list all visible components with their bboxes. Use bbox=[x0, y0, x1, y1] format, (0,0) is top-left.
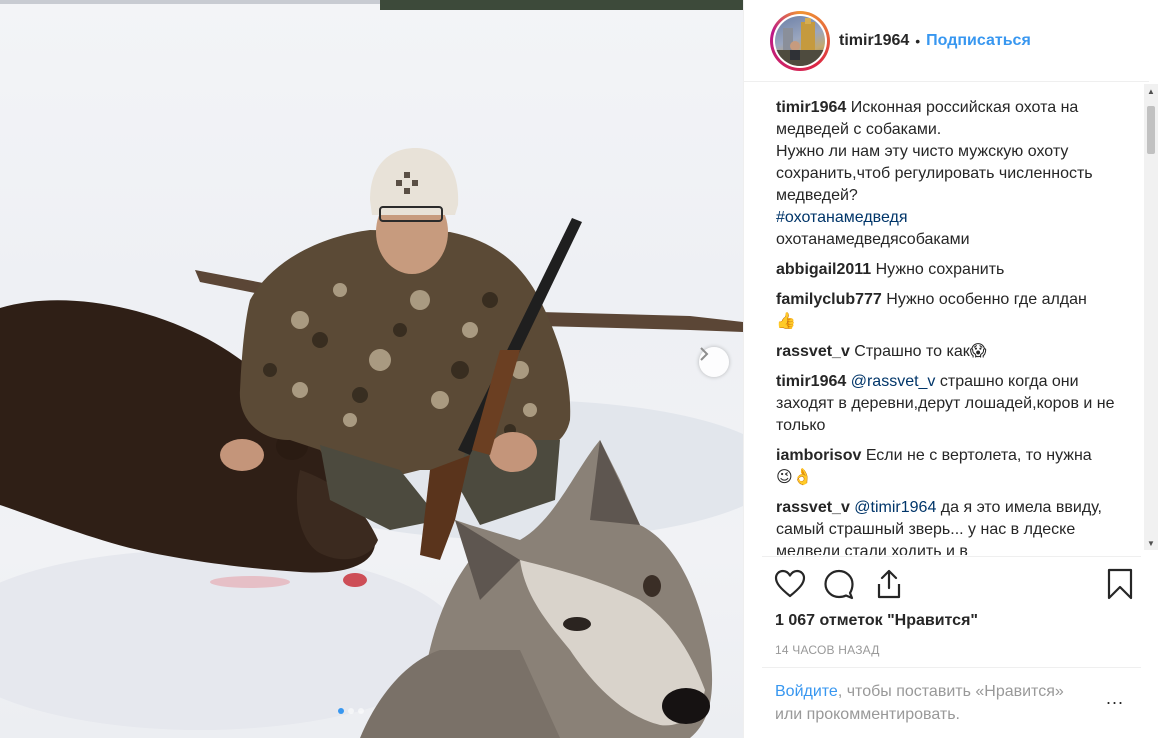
scream-emoji: 😱 bbox=[969, 343, 987, 360]
comment-text: Нужно сохранить bbox=[875, 261, 1005, 278]
wink-ok-emoji: 😉👌 bbox=[776, 469, 813, 486]
separator-dot: • bbox=[915, 32, 921, 49]
login-prompt: Войдите, чтобы поставить «Нравится» или … bbox=[775, 680, 1095, 726]
slide-dot bbox=[358, 708, 364, 714]
avatar-photo bbox=[775, 17, 825, 66]
caption-line: Нужно ли нам эту чисто мужскую охоту сох… bbox=[776, 143, 1093, 204]
slide-dot bbox=[338, 708, 344, 714]
hashtag-link[interactable]: #охотанамедведя bbox=[776, 209, 908, 226]
caption: timir1964 Исконная российская охота на м… bbox=[776, 97, 1121, 251]
post-actions bbox=[774, 568, 1136, 604]
comment-username[interactable]: timir1964 bbox=[776, 99, 846, 116]
mention-link[interactable]: @timir1964 bbox=[854, 499, 936, 516]
scroll-down-arrow-icon[interactable]: ▼ bbox=[1144, 536, 1158, 550]
dog-nose bbox=[662, 688, 710, 724]
divider bbox=[762, 667, 1141, 668]
comment-item: rassvet_v Страшно то как😱 bbox=[776, 341, 1121, 363]
more-options-button[interactable]: ... bbox=[1106, 688, 1124, 709]
comments-list[interactable]: timir1964 Исконная российская охота на м… bbox=[776, 97, 1121, 555]
share-icon[interactable] bbox=[873, 568, 905, 605]
treeline bbox=[380, 0, 743, 10]
heart-icon[interactable] bbox=[774, 568, 806, 605]
comment-username[interactable]: abbigail2011 bbox=[776, 261, 871, 278]
post-side-panel: timir1964 • Подписаться timir1964 Исконн… bbox=[743, 0, 1160, 738]
comment-icon[interactable] bbox=[823, 568, 855, 605]
comments-scrollbar[interactable]: ▲ ▼ bbox=[1144, 84, 1158, 550]
next-slide-button[interactable] bbox=[699, 347, 729, 377]
follow-button[interactable]: Подписаться bbox=[926, 32, 1031, 50]
caption-extra: охотанамедведясобаками bbox=[776, 231, 970, 248]
bookmark-icon[interactable] bbox=[1106, 568, 1134, 605]
comment-username[interactable]: rassvet_v bbox=[776, 343, 850, 360]
scroll-up-arrow-icon[interactable]: ▲ bbox=[1144, 84, 1158, 98]
comment-text: Страшно то как bbox=[854, 343, 970, 360]
post-photo[interactable] bbox=[0, 0, 743, 738]
avatar[interactable] bbox=[770, 10, 830, 71]
scrollbar-thumb[interactable] bbox=[1147, 106, 1155, 154]
login-link[interactable]: Войдите bbox=[775, 683, 838, 700]
post-author-username[interactable]: timir1964 bbox=[839, 32, 909, 50]
mention-link[interactable]: @rassvet_v bbox=[851, 373, 936, 390]
divider bbox=[762, 556, 1141, 557]
comment-item: abbigail2011 Нужно сохранить bbox=[776, 259, 1121, 281]
comment-item: rassvet_v @timir1964 да я это имела ввид… bbox=[776, 497, 1121, 555]
comment-username[interactable]: timir1964 bbox=[776, 373, 846, 390]
comment-username[interactable]: iamborisov bbox=[776, 447, 861, 464]
slide-dot bbox=[348, 708, 354, 714]
comment-item: timir1964 @rassvet_v страшно когда они з… bbox=[776, 371, 1121, 437]
comment-item: familyclub777 Нужно особенно где алдан 👍 bbox=[776, 289, 1121, 333]
comment-text: Нужно особенно где алдан bbox=[886, 291, 1087, 308]
comment-item: iamborisov Если не с вертолета, то нужна… bbox=[776, 445, 1121, 489]
comment-username[interactable]: familyclub777 bbox=[776, 291, 882, 308]
thumbs-up-emoji: 👍 bbox=[776, 313, 796, 330]
comment-text: Если не с вертолета, то нужна bbox=[865, 447, 1092, 464]
comment-username[interactable]: rassvet_v bbox=[776, 499, 850, 516]
likes-count[interactable]: 1 067 отметок "Нравится" bbox=[775, 612, 978, 630]
photo-scene bbox=[0, 0, 743, 738]
post-timestamp[interactable]: 14 часов назад bbox=[775, 643, 880, 657]
slide-indicator bbox=[338, 708, 364, 714]
post-header: timir1964 • Подписаться bbox=[744, 0, 1149, 82]
